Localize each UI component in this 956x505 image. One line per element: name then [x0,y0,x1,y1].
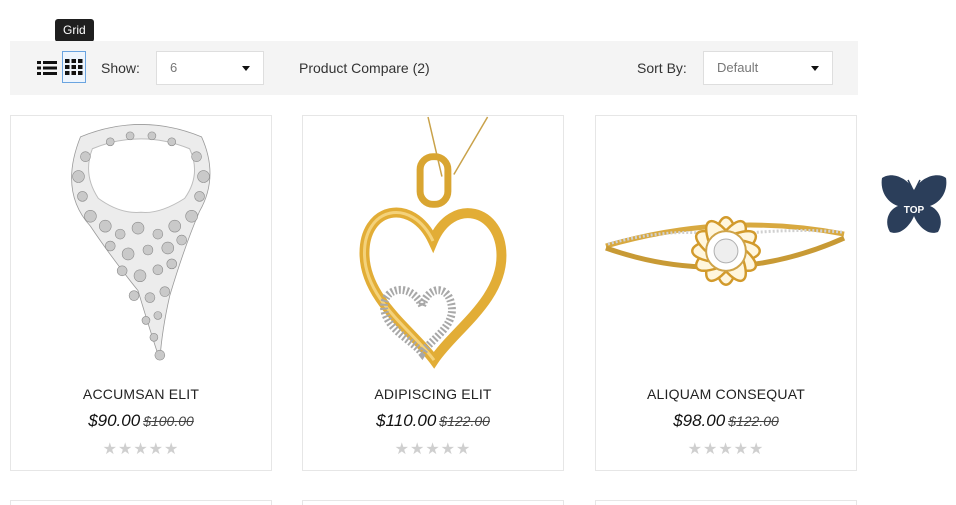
sort-by-value: Default [717,60,759,75]
product-price-group: $90.00 $100.00 [11,411,271,431]
rating-stars: ★★★★★ [102,441,180,458]
back-to-top-label: TOP [904,205,925,216]
sort-by-label: Sort By: [637,60,687,76]
grid-view-button[interactable] [62,51,86,83]
grid-view-icon [65,59,83,75]
product-old-price: $100.00 [143,413,194,429]
gold-flower-bangle-image[interactable] [596,116,856,376]
list-view-button[interactable] [35,52,59,84]
chevron-down-icon [811,66,819,71]
show-label: Show: [101,60,140,76]
show-count-select[interactable]: 6 [156,51,264,85]
product-old-price: $122.00 [728,413,779,429]
back-to-top-button[interactable]: TOP [878,172,950,238]
product-toolbar: Show: 6 Product Compare (2) Sort By: Def… [10,41,858,95]
list-view-icon [37,61,57,75]
butterfly-icon: TOP [881,175,947,233]
gold-heart-pendant-image[interactable] [303,116,563,376]
product-name[interactable]: ACCUMSAN ELIT [11,386,271,402]
product-card[interactable]: ALIQUAM CONSEQUAT $98.00 $122.00 ★★★★★ [595,115,857,471]
product-price-group: $110.00 $122.00 [303,411,563,431]
product-old-price: $122.00 [439,413,490,429]
silver-necklace-image[interactable] [11,116,271,376]
sort-by-select[interactable]: Default [703,51,833,85]
rating-stars: ★★★★★ [394,441,472,458]
product-card[interactable]: ACCUMSAN ELIT $90.00 $100.00 ★★★★★ [10,115,272,471]
product-card[interactable]: ADIPISCING ELIT $110.00 $122.00 ★★★★★ [302,115,564,471]
product-name[interactable]: ALIQUAM CONSEQUAT [596,386,856,402]
rating-stars: ★★★★★ [687,441,765,458]
product-card[interactable] [10,500,272,505]
product-price: $110.00 [376,411,437,430]
product-card[interactable] [302,500,564,505]
product-name[interactable]: ADIPISCING ELIT [303,386,563,402]
grid-tooltip: Grid [55,19,94,47]
show-count-value: 6 [170,60,178,75]
product-price-group: $98.00 $122.00 [596,411,856,431]
product-price: $98.00 [673,411,726,430]
product-price: $90.00 [88,411,141,430]
chevron-down-icon [242,66,250,71]
product-card[interactable] [595,500,857,505]
product-compare-link[interactable]: Product Compare (2) [299,60,430,76]
